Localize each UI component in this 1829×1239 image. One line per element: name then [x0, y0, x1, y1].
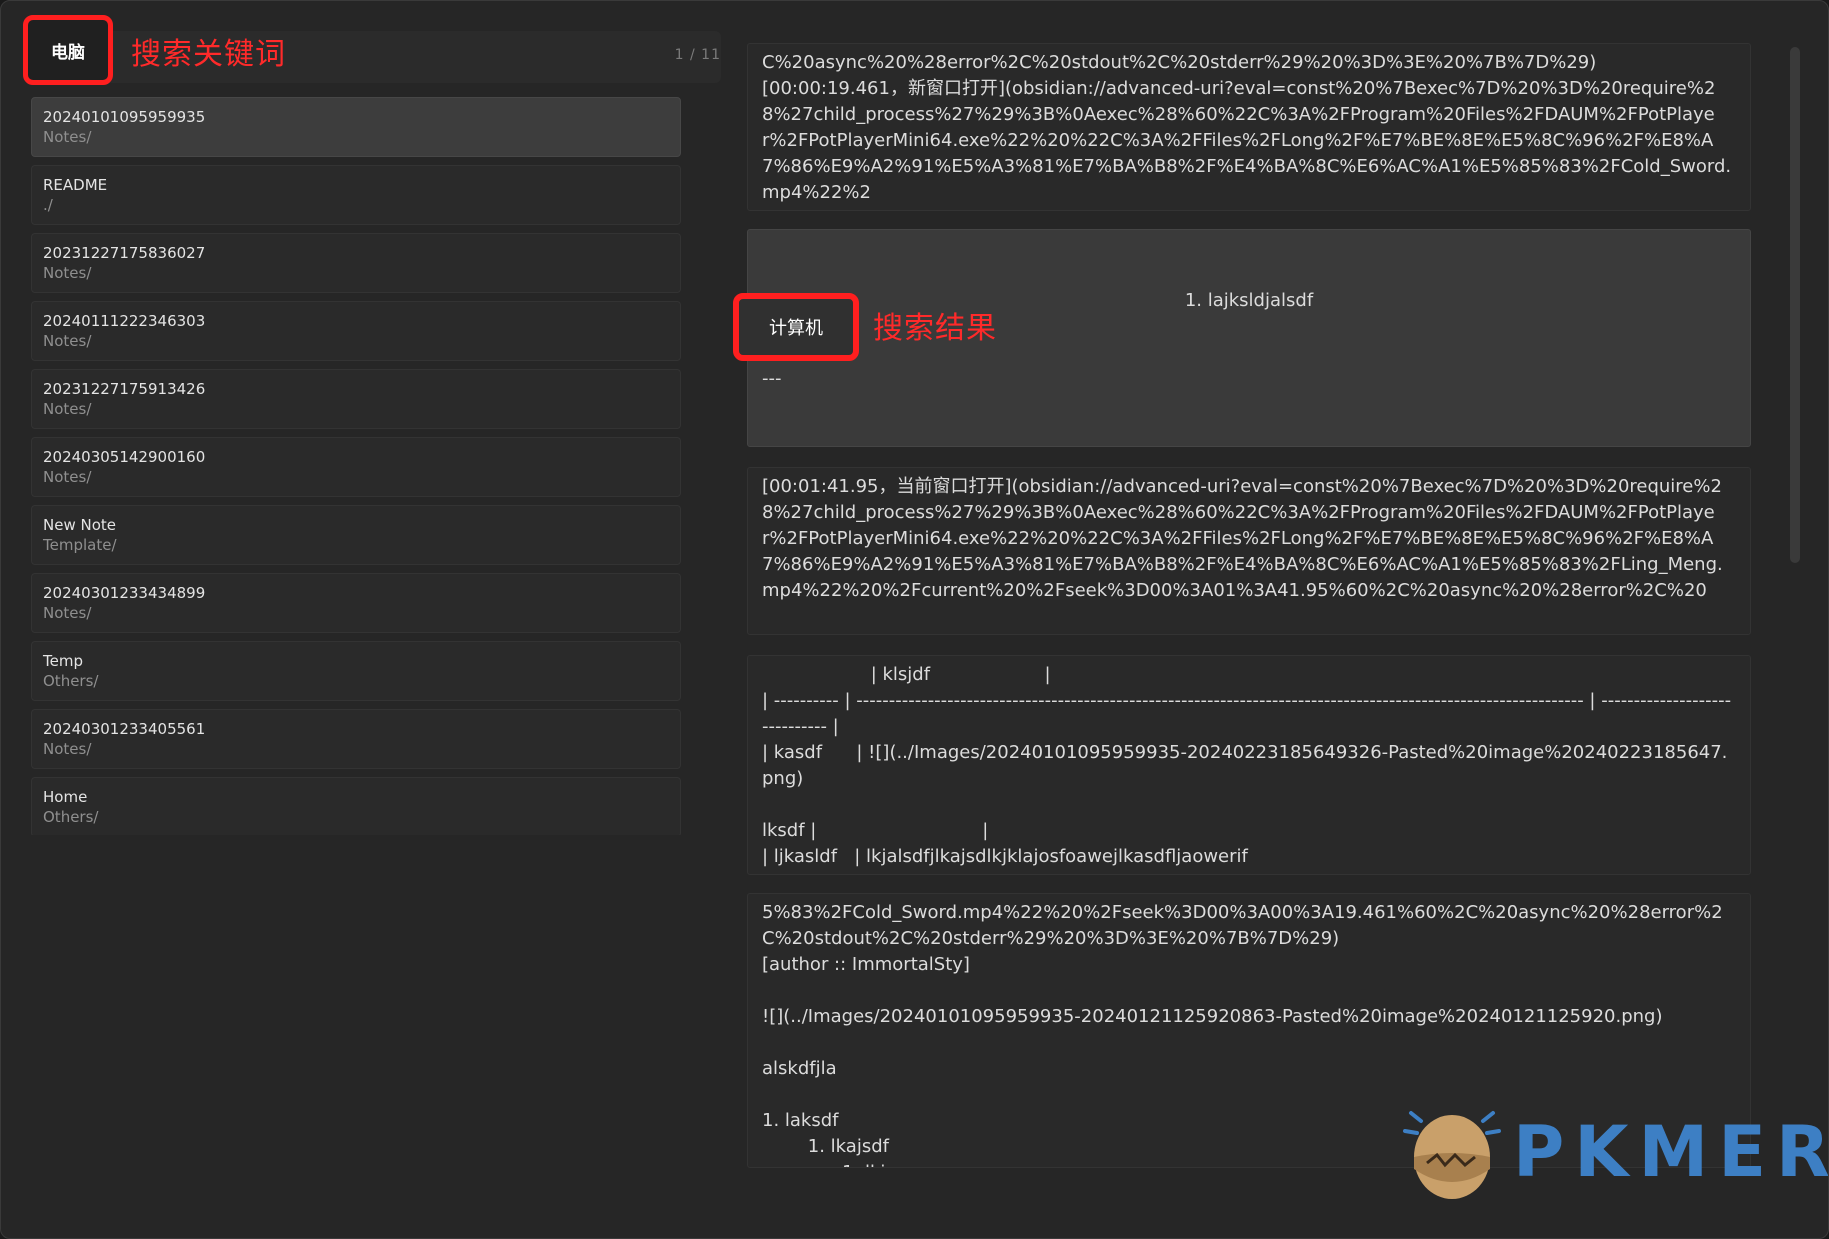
pkmer-logo-text: PKMER [1513, 1111, 1829, 1193]
list-item[interactable]: New Note Template/ [31, 505, 681, 565]
results-list[interactable]: 20240101095959935 Notes/ README ./ 20231… [31, 97, 681, 835]
result-path: Notes/ [43, 740, 92, 758]
result-path: Notes/ [43, 264, 92, 282]
preview-block: C%20async%20%28error%2C%20stdout%2C%20st… [747, 43, 1751, 211]
preview-pane[interactable]: C%20async%20%28error%2C%20stdout%2C%20st… [747, 43, 1751, 1168]
result-title: New Note [43, 516, 116, 534]
matched-term: 计算机 [733, 293, 859, 361]
scrollbar[interactable] [1790, 47, 1800, 563]
search-input[interactable]: 电脑 [23, 15, 113, 85]
result-title: 20231227175836027 [43, 244, 206, 262]
list-item[interactable]: 20240305142900160 Notes/ [31, 437, 681, 497]
pkmer-egg-icon [1403, 1111, 1501, 1199]
list-item[interactable]: Temp Others/ [31, 641, 681, 701]
list-item[interactable]: README ./ [31, 165, 681, 225]
result-title: README [43, 176, 108, 194]
list-item[interactable]: 20240111222346303 Notes/ [31, 301, 681, 361]
preview-block: [00:01:41.95，当前窗口打开](obsidian://advanced… [747, 467, 1751, 635]
list-item[interactable]: 20231227175913426 Notes/ [31, 369, 681, 429]
list-item[interactable]: 20231227175836027 Notes/ [31, 233, 681, 293]
list-item[interactable]: 20240101095959935 Notes/ [31, 97, 681, 157]
result-annotation: 搜索结果 [873, 311, 997, 346]
preview-block: | klsjdf | | ---------- | --------------… [747, 655, 1751, 875]
result-path: Others/ [43, 672, 99, 690]
result-title: 20240101095959935 [43, 108, 206, 126]
list-item[interactable]: 20240301233434899 Notes/ [31, 573, 681, 633]
result-path: Notes/ [43, 332, 92, 350]
result-title: 20240301233405561 [43, 720, 206, 738]
result-title: 20240111222346303 [43, 312, 206, 330]
result-path: ./ [43, 196, 53, 214]
result-counter: 1 / 11 [674, 47, 721, 63]
result-path: Notes/ [43, 128, 92, 146]
result-path: Notes/ [43, 468, 92, 486]
keyword-annotation: 搜索关键词 [131, 37, 286, 72]
result-path: Notes/ [43, 400, 92, 418]
result-title: 20240305142900160 [43, 448, 206, 466]
quick-switcher-window: 1 / 11 电脑 搜索关键词 20240101095959935 Notes/… [0, 0, 1829, 1239]
result-path: Template/ [43, 536, 117, 554]
pkmer-logo: PKMER [1397, 1099, 1828, 1203]
result-title: Home [43, 788, 88, 806]
result-title: 20231227175913426 [43, 380, 206, 398]
result-path: Others/ [43, 808, 99, 826]
list-item[interactable]: 20240301233405561 Notes/ [31, 709, 681, 769]
horizontal-rule: --- [762, 368, 782, 389]
list-item[interactable]: Home Others/ [31, 777, 681, 835]
result-title: 20240301233434899 [43, 584, 206, 602]
result-path: Notes/ [43, 604, 92, 622]
result-title: Temp [43, 652, 83, 670]
